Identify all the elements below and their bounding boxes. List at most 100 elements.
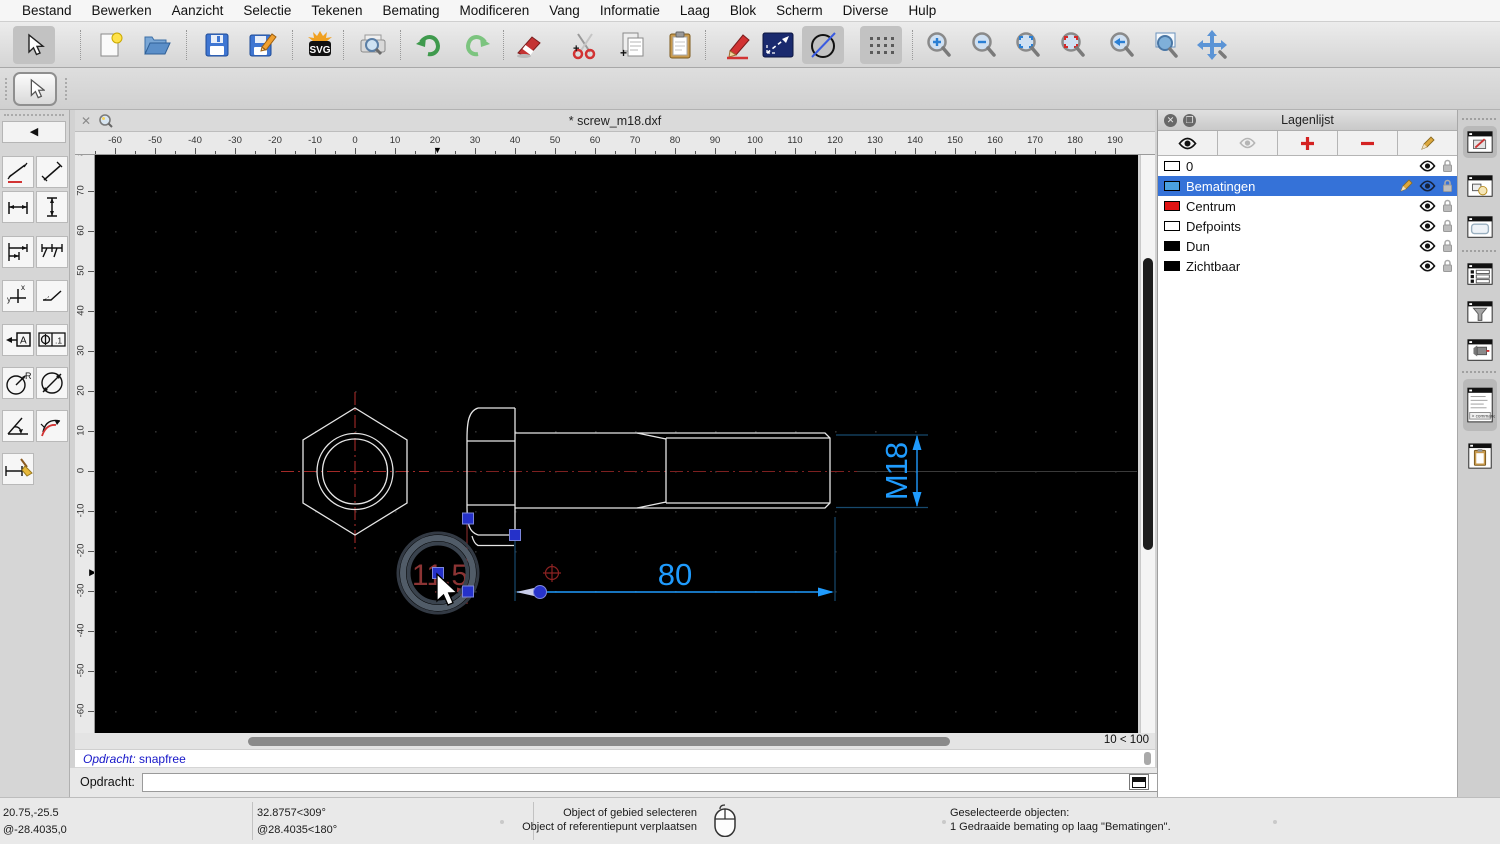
layer-row-dun[interactable]: Dun — [1158, 236, 1457, 256]
layer-row-bematingen[interactable]: Bematingen — [1158, 176, 1457, 196]
selection-tool-button[interactable] — [13, 72, 57, 106]
dim-tolerance-button[interactable]: .1 — [36, 324, 68, 356]
eye-icon[interactable] — [1419, 160, 1436, 172]
dim-angular-button[interactable] — [2, 410, 34, 442]
zoom-previous-button[interactable] — [1105, 28, 1139, 62]
eye-icon[interactable] — [1419, 180, 1436, 192]
drawing-canvas[interactable]: M18 80 11.5 — [95, 155, 1138, 733]
menu-item-bemating[interactable]: Bemating — [372, 3, 449, 18]
layer-color-swatch[interactable] — [1164, 241, 1180, 251]
menu-item-modificeren[interactable]: Modificeren — [450, 3, 540, 18]
menu-item-scherm[interactable]: Scherm — [766, 3, 833, 18]
zoom-window-button[interactable] — [1150, 28, 1184, 62]
eye-icon[interactable] — [1419, 240, 1436, 252]
dim-aligned-button[interactable] — [36, 156, 68, 188]
back-button[interactable]: ◀ — [2, 121, 66, 143]
lock-icon[interactable] — [1442, 219, 1453, 233]
save-as-button[interactable] — [246, 28, 280, 62]
eye-icon[interactable] — [1419, 200, 1436, 212]
dim-80-grip-circle[interactable] — [533, 585, 547, 599]
dim-label-button[interactable]: A — [2, 324, 34, 356]
dock-selection-filter-button[interactable] — [1463, 296, 1497, 328]
menu-item-aanzicht[interactable]: Aanzicht — [162, 3, 234, 18]
vertical-scrollbar[interactable] — [1140, 155, 1155, 733]
layer-color-swatch[interactable] — [1164, 181, 1180, 191]
draw-pencil-button[interactable] — [722, 28, 756, 62]
eye-icon[interactable] — [1419, 220, 1436, 232]
new-file-button[interactable] — [93, 28, 127, 62]
lock-icon[interactable] — [1442, 159, 1453, 173]
dim-arc-button[interactable] — [36, 410, 68, 442]
dock-block-list-button[interactable] — [1463, 170, 1497, 202]
circle-tool-button[interactable] — [802, 26, 844, 64]
dim-ordinate-button[interactable]: xy — [2, 280, 34, 312]
dim-remove-all-button[interactable] — [2, 453, 34, 485]
zoom-selection-button[interactable] — [1056, 28, 1090, 62]
dock-property-list-button[interactable] — [1463, 258, 1497, 290]
dim-baseline-button[interactable] — [2, 236, 34, 268]
undo-button[interactable] — [411, 28, 445, 62]
lock-icon[interactable] — [1442, 179, 1453, 193]
command-input[interactable] — [142, 773, 1192, 792]
lock-icon[interactable] — [1442, 259, 1453, 273]
add-layer-button[interactable] — [1278, 131, 1338, 155]
dim-rotated-button[interactable] — [2, 156, 34, 188]
copy-button[interactable]: + — [615, 28, 649, 62]
dim-radius-button[interactable]: R — [2, 367, 34, 399]
history-scrollbar-thumb[interactable] — [1144, 752, 1151, 765]
dim-continue-button[interactable] — [36, 236, 68, 268]
svg-export-button[interactable]: SVG — [303, 28, 337, 62]
zoom-in-button[interactable] — [922, 28, 956, 62]
redo-button[interactable] — [461, 28, 495, 62]
dock-library-browser-button[interactable] — [1463, 211, 1497, 243]
layer-row-defpoints[interactable]: Defpoints — [1158, 216, 1457, 236]
cut-button[interactable]: + — [568, 28, 602, 62]
pan-button[interactable] — [1196, 28, 1230, 62]
layer-row-zichtbaar[interactable]: Zichtbaar — [1158, 256, 1457, 276]
delete-button[interactable] — [512, 28, 546, 62]
open-file-button[interactable] — [140, 28, 174, 62]
dim-vertical-button[interactable] — [36, 191, 68, 223]
select-pointer-button[interactable] — [13, 26, 55, 64]
eye-icon[interactable] — [1419, 260, 1436, 272]
menu-item-diverse[interactable]: Diverse — [833, 3, 899, 18]
dim-horizontal-button[interactable] — [2, 191, 34, 223]
menu-item-hulp[interactable]: Hulp — [898, 3, 946, 18]
edit-layer-button[interactable] — [1398, 131, 1457, 155]
zoom-auto-button[interactable] — [1011, 28, 1045, 62]
layer-row-0[interactable]: 0 — [1158, 156, 1457, 176]
zoom-out-button[interactable] — [967, 28, 1001, 62]
layer-color-swatch[interactable] — [1164, 201, 1180, 211]
hide-all-layers-button[interactable] — [1218, 131, 1278, 155]
menu-item-bestand[interactable]: Bestand — [12, 3, 82, 18]
menu-item-blok[interactable]: Blok — [720, 3, 766, 18]
save-button[interactable] — [200, 28, 234, 62]
layer-color-swatch[interactable] — [1164, 261, 1180, 271]
layer-color-swatch[interactable] — [1164, 161, 1180, 171]
lock-icon[interactable] — [1442, 199, 1453, 213]
command-options-button[interactable] — [1129, 774, 1149, 790]
horizontal-scrollbar[interactable]: 10 < 100 — [75, 733, 1155, 750]
layer-color-swatch[interactable] — [1164, 221, 1180, 231]
vertical-scrollbar-thumb[interactable] — [1143, 258, 1153, 550]
lock-icon[interactable] — [1442, 239, 1453, 253]
dock-command-line-button[interactable]: > command — [1463, 379, 1497, 431]
menu-item-bewerken[interactable]: Bewerken — [82, 3, 162, 18]
menu-item-vang[interactable]: Vang — [539, 3, 590, 18]
print-preview-button[interactable] — [356, 28, 390, 62]
dock-layer-list-button[interactable] — [1463, 126, 1497, 158]
line-tool-button[interactable] — [761, 28, 795, 62]
dim-diameter-button[interactable] — [36, 367, 68, 399]
layer-row-centrum[interactable]: Centrum — [1158, 196, 1457, 216]
menu-item-informatie[interactable]: Informatie — [590, 3, 670, 18]
menu-item-tekenen[interactable]: Tekenen — [301, 3, 372, 18]
remove-layer-button[interactable] — [1338, 131, 1398, 155]
menu-item-selectie[interactable]: Selectie — [233, 3, 301, 18]
paste-button[interactable] — [663, 28, 697, 62]
dim-leader-button[interactable] — [36, 280, 68, 312]
horizontal-scrollbar-thumb[interactable] — [248, 737, 950, 746]
dock-clipboard-button[interactable] — [1463, 440, 1497, 472]
show-all-layers-button[interactable] — [1158, 131, 1218, 155]
grid-toggle-button[interactable] — [860, 26, 902, 64]
dock-reference-tool-button[interactable] — [1463, 334, 1497, 366]
